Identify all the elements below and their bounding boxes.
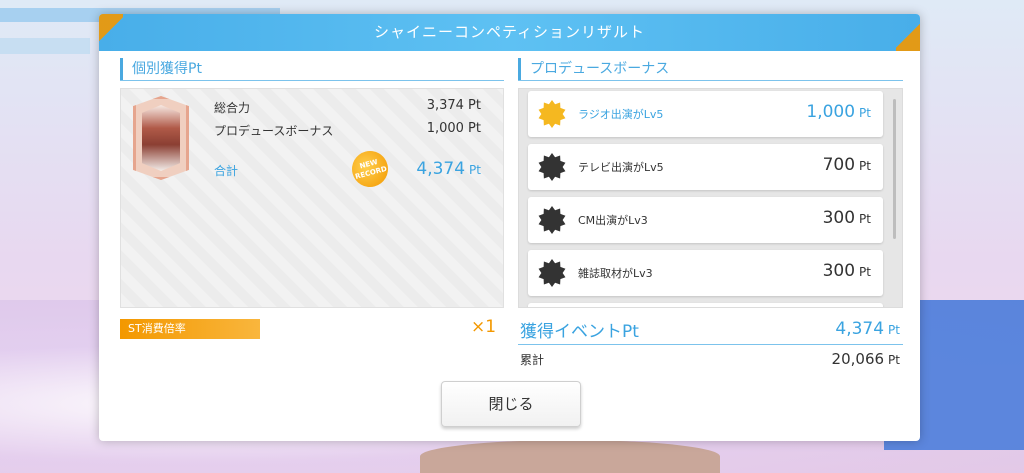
total-value: 4,374 Pt <box>371 159 481 179</box>
close-button[interactable]: 閉じる <box>441 381 581 427</box>
modal-header: シャイニーコンペティションリザルト <box>99 14 920 51</box>
bonus-unit: Pt <box>859 106 871 120</box>
event-points-value: 4,374 Pt <box>779 319 900 339</box>
bonus-value: 300 Pt <box>823 261 871 281</box>
cumulative-value: 20,066 Pt <box>779 350 900 368</box>
background-character <box>420 440 720 473</box>
total-number: 4,374 <box>416 159 466 179</box>
cumulative-unit: Pt <box>888 353 900 367</box>
event-divider <box>518 344 903 345</box>
st-multiplier-label: ST消費倍率 <box>120 319 260 339</box>
black-star-badge-icon <box>538 259 566 287</box>
cumulative-number: 20,066 <box>831 350 885 368</box>
total-unit: Pt <box>469 163 481 177</box>
bonus-item-partial[interactable] <box>528 303 883 307</box>
event-points-number: 4,374 <box>835 319 885 339</box>
bonus-name: ラジオ出演がLv5 <box>578 108 664 121</box>
stat-value-produce-bonus: 1,000 Pt <box>426 121 481 136</box>
bonus-unit: Pt <box>859 159 871 173</box>
bonus-name: テレビ出演がLv5 <box>578 161 664 174</box>
gold-star-badge-icon <box>538 100 566 128</box>
bonus-number: 1,000 <box>806 102 856 122</box>
st-multiplier-value: ×1 <box>471 317 497 337</box>
bonus-item[interactable]: ラジオ出演がLv5 1,000 Pt <box>528 91 883 137</box>
black-star-badge-icon <box>538 206 566 234</box>
black-star-badge-icon <box>538 153 566 181</box>
idol-portrait <box>142 105 180 171</box>
individual-section-title: 個別獲得Pt <box>120 58 202 80</box>
bonus-name: CM出演がLv3 <box>578 214 648 227</box>
section-divider <box>518 80 903 81</box>
bonus-number: 700 <box>822 155 856 175</box>
bonus-unit: Pt <box>859 212 871 226</box>
event-points-label: 獲得イベントPt <box>520 322 639 342</box>
event-points-unit: Pt <box>888 323 900 337</box>
bonus-value: 300 Pt <box>823 208 871 228</box>
bonus-item[interactable]: テレビ出演がLv5 700 Pt <box>528 144 883 190</box>
bonus-number: 300 <box>822 261 856 281</box>
bonus-name: 雑誌取材がLv3 <box>578 267 653 280</box>
idol-avatar <box>133 96 189 180</box>
produce-bonus-section-title: プロデュースボーナス <box>518 58 669 80</box>
bonus-unit: Pt <box>859 265 871 279</box>
scrollbar[interactable] <box>893 99 896 239</box>
bonus-number: 300 <box>822 208 856 228</box>
stat-value-overall: 3,374 Pt <box>426 98 481 113</box>
bonus-item[interactable]: 雑誌取材がLv3 300 Pt <box>528 250 883 296</box>
stat-label-overall: 総合力 <box>214 101 251 115</box>
total-label: 合計 <box>214 164 239 178</box>
header-decoration <box>896 14 920 51</box>
section-divider <box>120 80 504 81</box>
stat-label-produce-bonus: プロデュースボーナス <box>214 124 334 138</box>
individual-panel: 総合力 3,374 Pt プロデュースボーナス 1,000 Pt 合計 NEW … <box>120 88 504 308</box>
result-modal: シャイニーコンペティションリザルト 個別獲得Pt 総合力 3,374 Pt プロ… <box>99 14 920 441</box>
bonus-value: 700 Pt <box>823 155 871 175</box>
modal-title: シャイニーコンペティションリザルト <box>373 23 646 41</box>
bonus-item[interactable]: CM出演がLv3 300 Pt <box>528 197 883 243</box>
cumulative-label: 累計 <box>520 353 545 367</box>
bonus-value: 1,000 Pt <box>806 102 871 122</box>
produce-bonus-list[interactable]: ラジオ出演がLv5 1,000 Pt テレビ出演がLv5 700 Pt CM出演がL… <box>518 88 903 308</box>
background-stripe <box>0 38 90 54</box>
header-decoration <box>99 14 123 51</box>
